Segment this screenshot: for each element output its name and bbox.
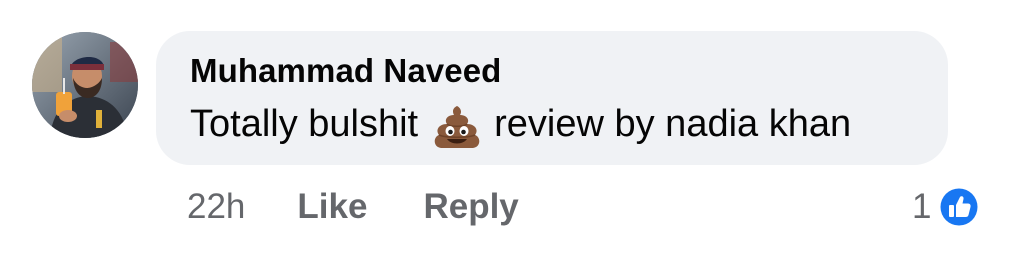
avatar[interactable]	[32, 32, 138, 138]
comment-actions: 22h Like Reply	[187, 184, 519, 230]
comment-timestamp[interactable]: 22h	[187, 187, 245, 227]
like-reaction-icon	[937, 185, 981, 229]
reply-button[interactable]: Reply	[423, 187, 518, 227]
reaction-summary[interactable]: 1	[912, 182, 981, 232]
comment-bubble: Muhammad Naveed Totally bulshit review b…	[156, 31, 948, 165]
comment-text-after: review by nadia khan	[494, 103, 852, 145]
comment-text: Totally bulshit review by nadia khan	[190, 101, 914, 149]
comment-author-name[interactable]: Muhammad Naveed	[190, 51, 914, 91]
reaction-count: 1	[912, 187, 932, 226]
pile-of-poo-emoji-icon	[432, 103, 482, 149]
avatar-photo-icon	[32, 32, 138, 138]
like-button[interactable]: Like	[297, 187, 367, 227]
comment-text-before: Totally bulshit	[190, 103, 419, 145]
comment: Muhammad Naveed Totally bulshit review b…	[0, 0, 1024, 257]
